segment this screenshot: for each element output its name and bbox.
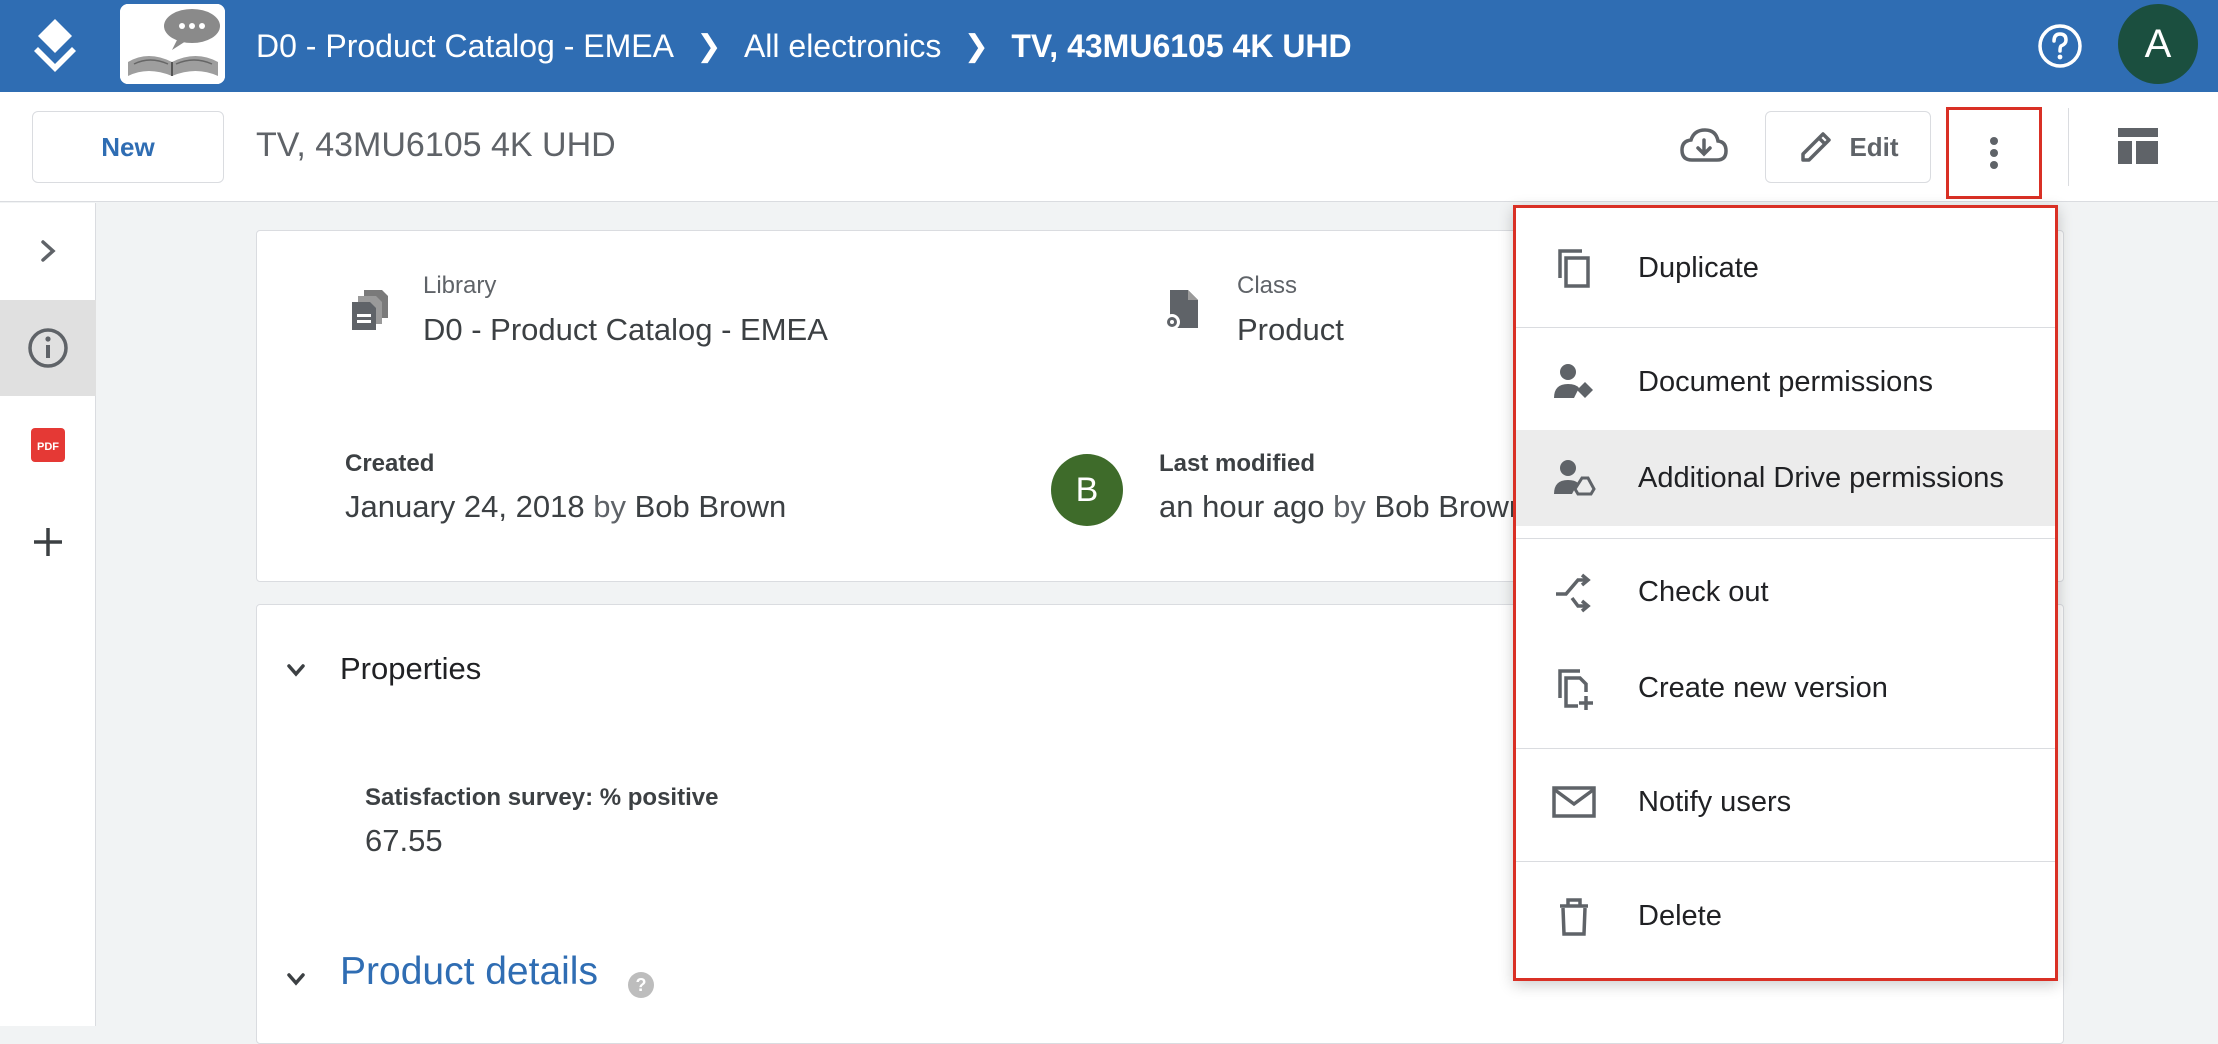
field-value: 67.55 xyxy=(365,823,443,858)
modified-when: an hour ago xyxy=(1159,489,1325,524)
modified-value: an hour ago by Bob Brown xyxy=(1159,489,1526,525)
layout-toggle-icon[interactable] xyxy=(2118,128,2158,164)
menu-item-document-permissions[interactable]: Document permissions xyxy=(1516,334,2055,430)
library-icon xyxy=(352,290,388,330)
created-by-word: by xyxy=(593,489,626,524)
check-out-icon xyxy=(1556,573,1591,613)
breadcrumb-separator-icon: ❯ xyxy=(696,29,722,63)
more-actions-menu: Duplicate Document permissions Additiona… xyxy=(1513,205,2058,981)
field-label: Satisfaction survey: % positive xyxy=(365,784,719,811)
breadcrumb-separator-icon: ❯ xyxy=(963,29,989,63)
menu-item-label: Notify users xyxy=(1638,785,1792,818)
book-speech-icon xyxy=(120,4,225,84)
created-value: January 24, 2018 by Bob Brown xyxy=(345,489,786,525)
modifier-avatar[interactable]: B xyxy=(1051,454,1123,526)
breadcrumb-library[interactable]: D0 - Product Catalog - EMEA xyxy=(256,28,674,65)
menu-item-notify-users[interactable]: Notify users xyxy=(1516,754,2055,850)
menu-item-label: Additional Drive permissions xyxy=(1638,461,2004,494)
library-thumbnail[interactable] xyxy=(120,4,225,84)
cloud-download-icon[interactable] xyxy=(1678,120,1730,172)
edit-button-label: Edit xyxy=(1849,131,1899,162)
menu-item-label: Check out xyxy=(1638,575,1769,608)
breadcrumb-current: TV, 43MU6105 4K UHD xyxy=(1011,27,1352,64)
menu-item-label: Delete xyxy=(1638,899,1722,932)
breadcrumb: D0 - Product Catalog - EMEA ❯ All electr… xyxy=(256,0,1352,92)
menu-item-create-new-version[interactable]: Create new version xyxy=(1516,640,2055,736)
properties-section-title[interactable]: Properties xyxy=(340,651,481,687)
pencil-icon xyxy=(1801,132,1832,162)
menu-divider xyxy=(1516,748,2055,749)
menu-item-label: Create new version xyxy=(1638,671,1888,704)
new-version-icon xyxy=(1558,669,1593,710)
toolbar-divider xyxy=(2068,108,2069,186)
library-label: Library xyxy=(423,272,497,299)
new-button[interactable]: New xyxy=(32,111,224,183)
user-avatar[interactable]: A xyxy=(2118,4,2198,84)
chevron-down-icon[interactable] xyxy=(282,656,310,684)
class-label: Class xyxy=(1237,272,1298,299)
menu-item-duplicate[interactable]: Duplicate xyxy=(1516,220,2055,316)
modified-by-word: by xyxy=(1333,489,1366,524)
menu-divider xyxy=(1516,538,2055,539)
created-by-user[interactable]: Bob Brown xyxy=(635,489,787,524)
created-label: Created xyxy=(345,450,435,477)
more-vert-icon xyxy=(1990,137,1998,169)
add-tab-button[interactable] xyxy=(0,494,96,590)
copy-icon xyxy=(1558,249,1590,288)
library-value[interactable]: D0 - Product Catalog - EMEA xyxy=(423,312,828,348)
mail-icon xyxy=(1552,786,1596,818)
document-title: TV, 43MU6105 4K UHD xyxy=(256,126,616,164)
product-details-section-title[interactable]: Product details xyxy=(340,950,598,994)
menu-item-label: Duplicate xyxy=(1638,251,1759,284)
pdf-tab[interactable]: PDF xyxy=(0,397,96,493)
info-tab[interactable] xyxy=(0,300,96,396)
document-toolbar: New TV, 43MU6105 4K UHD Edit xyxy=(0,92,2218,202)
menu-item-label: Document permissions xyxy=(1638,365,1933,398)
pdf-icon: PDF xyxy=(31,428,65,462)
modified-by-user[interactable]: Bob Brown xyxy=(1374,489,1526,524)
edit-button[interactable]: Edit xyxy=(1765,111,1931,183)
menu-item-check-out[interactable]: Check out xyxy=(1516,544,2055,640)
created-date: January 24, 2018 xyxy=(345,489,585,524)
help-icon[interactable] xyxy=(2036,22,2084,70)
menu-divider xyxy=(1516,861,2055,862)
user-permissions-icon xyxy=(1554,364,1593,398)
chevron-right-icon xyxy=(41,240,56,262)
menu-item-additional-drive-permissions[interactable]: Additional Drive permissions xyxy=(1516,430,2055,526)
info-icon xyxy=(28,328,68,368)
modified-label: Last modified xyxy=(1159,450,1316,477)
breadcrumb-folder[interactable]: All electronics xyxy=(744,28,941,65)
drive-permissions-icon xyxy=(1554,460,1596,496)
app-logo-icon[interactable] xyxy=(26,17,84,75)
menu-divider xyxy=(1516,327,2055,328)
help-circle-icon[interactable]: ? xyxy=(628,972,654,998)
top-bar: D0 - Product Catalog - EMEA ❯ All electr… xyxy=(0,0,2218,92)
plus-icon xyxy=(34,528,62,556)
left-rail: PDF xyxy=(0,203,96,1026)
class-value: Product xyxy=(1237,312,1344,347)
trash-icon xyxy=(1560,898,1588,936)
menu-item-delete[interactable]: Delete xyxy=(1516,868,2055,964)
svg-text:PDF: PDF xyxy=(37,441,59,453)
class-icon xyxy=(1164,290,1198,330)
chevron-down-icon[interactable] xyxy=(282,965,310,993)
expand-rail-button[interactable] xyxy=(0,203,96,299)
more-actions-button[interactable] xyxy=(1946,107,2042,199)
